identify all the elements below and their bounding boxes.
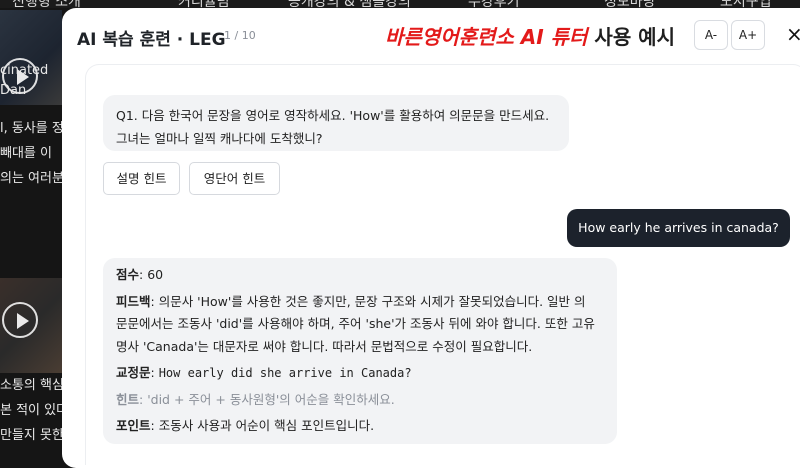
bg-nav-item[interactable]: 커리큘럼: [178, 0, 230, 8]
corrected-sentence: How early did she arrive in Canada?: [158, 366, 412, 380]
point-row: 포인트: 조동사 사용과 어순이 핵심 포인트입니다.: [116, 415, 604, 438]
feedback-bubble: 점수: 60 피드백: 의문사 'How'를 사용한 것은 좋지만, 문장 구조…: [103, 258, 617, 444]
feedback-text: 문문에서는 조동사 'did'를 사용해야 하며, 주어 'she'가 조동사 …: [116, 316, 595, 331]
brand-caption: 바른영어훈련소 AI 튜터 사용 예시: [385, 21, 675, 50]
bg-text: 빼대를 이: [0, 146, 52, 161]
score-label: 점수: [116, 267, 140, 282]
vocabulary-hint-button[interactable]: 영단어 힌트: [189, 162, 280, 195]
correction-row: 교정문: How early did she arrive in Canada?: [116, 362, 604, 385]
question-line: Q1. 다음 한국어 문장을 영어로 영작하세요. 'How'를 활용하여 의문…: [116, 108, 550, 123]
bg-text: 의는 여러분: [0, 171, 62, 186]
bg-text: cinated: [0, 63, 49, 78]
bg-text: l, 동사를 정: [0, 121, 62, 136]
bg-text: 만들지 못한: [0, 428, 62, 443]
feedback-text: : 의문사 'How'를 사용한 것은 좋지만, 문장 구조와 시제가 잘못되었…: [150, 293, 586, 309]
hint-label: 힌트: [116, 391, 140, 407]
bg-nav-item[interactable]: 진행형 소개: [12, 0, 81, 8]
feedback-row: 피드백: 의문사 'How'를 사용한 것은 좋지만, 문장 구조와 시제가 잘…: [116, 291, 604, 314]
point-text: : 조동사 사용과 어순이 핵심 포인트입니다.: [150, 418, 375, 433]
hint-row: 힌트: 'did + 주어 + 동사원형'의 어순을 확인하세요.: [116, 389, 604, 412]
bg-nav-item[interactable]: 공개강의 & 샘플강의: [288, 0, 411, 8]
brand-name: 바른영어훈련소 AI 튜터: [385, 25, 588, 49]
bg-text: Dan: [0, 83, 27, 98]
font-decrease-button[interactable]: A-: [694, 20, 728, 50]
score-value: : 60: [139, 267, 164, 282]
explanation-hint-button[interactable]: 설명 힌트: [103, 162, 180, 195]
bg-text: 소통의 핵심,: [0, 378, 62, 393]
question-counter: 1 / 10: [224, 29, 256, 42]
hint-text: : 'did + 주어 + 동사원형'의 어순을 확인하세요.: [139, 391, 395, 407]
bg-nav-item[interactable]: 정보마당: [604, 0, 656, 8]
font-increase-button[interactable]: A+: [731, 20, 765, 50]
close-icon[interactable]: ×: [786, 20, 800, 48]
modal-header: AI 복습 훈련 · LEG 1 / 10 바른영어훈련소 AI 튜터 사용 예…: [62, 8, 800, 64]
play-icon[interactable]: [2, 302, 38, 338]
ai-review-modal: AI 복습 훈련 · LEG 1 / 10 바른영어훈련소 AI 튜터 사용 예…: [62, 8, 800, 468]
chat-area[interactable]: Q1. 다음 한국어 문장을 영어로 영작하세요. 'How'를 활용하여 의문…: [85, 64, 800, 465]
score-row: 점수: 60: [116, 264, 604, 287]
bg-nav-item[interactable]: 도서구입: [720, 0, 772, 8]
point-label: 포인트: [116, 418, 151, 433]
background-nav: 진행형 소개 커리큘럼 공개강의 & 샘플강의 수강후기 정보마당 도서구입: [0, 0, 800, 8]
user-answer-bubble: How early he arrives in canada?: [567, 209, 790, 247]
correction-label: 교정문: [116, 365, 151, 380]
correction-separator: :: [150, 365, 159, 380]
bg-text: 본 적이 있다: [0, 403, 62, 418]
feedback-label: 피드백: [116, 293, 151, 309]
question-line: 그녀는 얼마나 일찍 캐나다에 도착했니?: [116, 131, 323, 146]
brand-suffix: 사용 예시: [587, 25, 675, 49]
feedback-text: 명사 'Canada'는 대문자로 써야 합니다. 따라서 문법적으로 수정이 …: [116, 338, 533, 354]
question-bubble: Q1. 다음 한국어 문장을 영어로 영작하세요. 'How'를 활용하여 의문…: [103, 95, 569, 151]
background-video-thumbnail[interactable]: [0, 278, 62, 373]
bg-nav-item[interactable]: 수강후기: [468, 0, 520, 8]
modal-title: AI 복습 훈련 · LEG: [77, 30, 226, 50]
